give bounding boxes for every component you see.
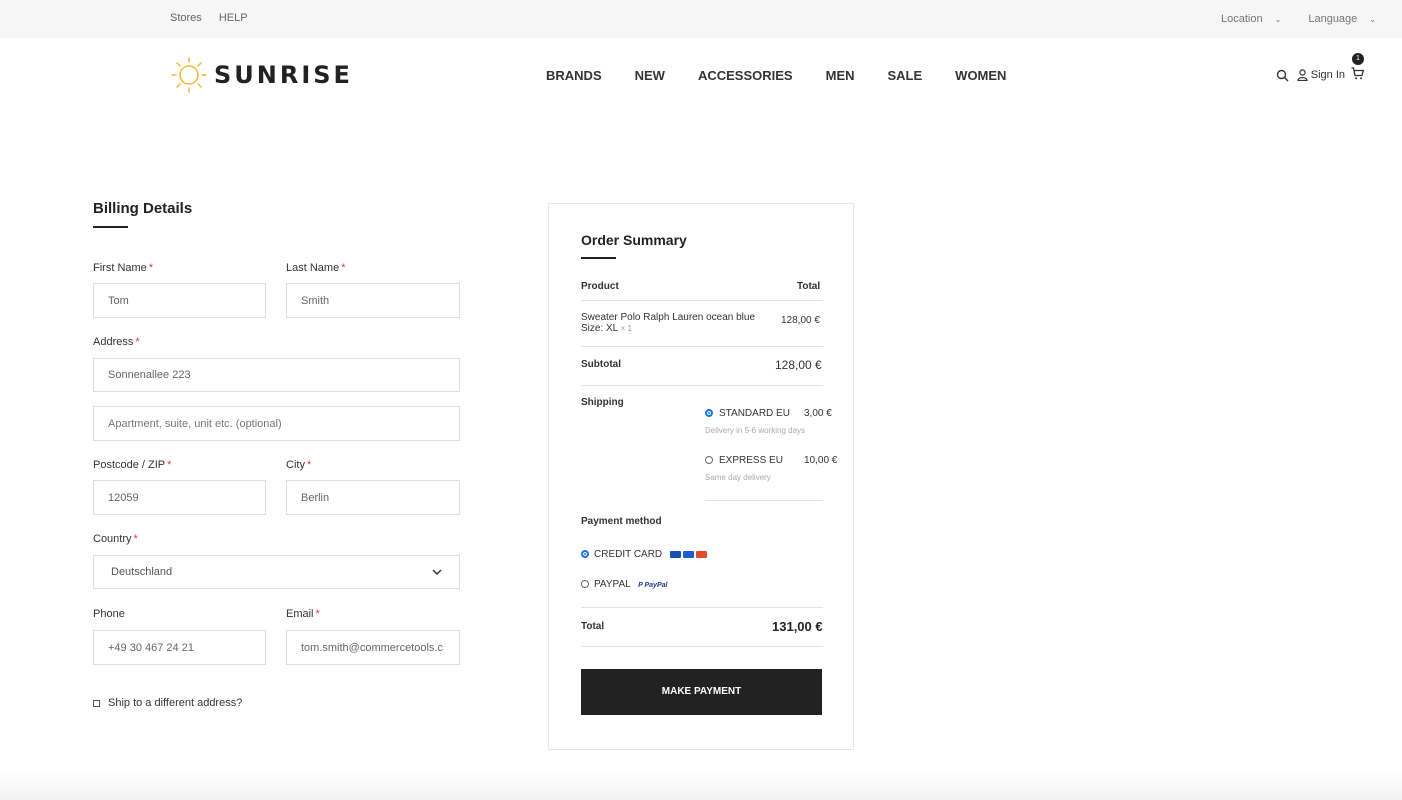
ship-different-checkbox[interactable]	[93, 699, 100, 707]
top-utility-bar: Stores HELP Location ⌄ Language ⌄	[0, 0, 1402, 38]
cart-count-badge: 1	[1352, 53, 1364, 65]
mastercard-icon	[695, 550, 707, 558]
address2-input[interactable]	[93, 406, 460, 441]
search-icon[interactable]	[1276, 69, 1289, 82]
title-underline	[581, 257, 616, 259]
item-size-line: Size: XL × 1	[581, 323, 771, 334]
subtotal-label: Subtotal	[581, 359, 621, 370]
last-name-label: Last Name *	[286, 262, 346, 274]
city-label: City *	[286, 459, 312, 471]
location-label: Location	[1220, 13, 1263, 25]
divider	[581, 646, 823, 647]
billing-title: Billing Details	[93, 200, 193, 217]
footer-shadow	[0, 772, 1402, 800]
postcode-label: Postcode / ZIP *	[93, 459, 172, 471]
make-payment-button[interactable]: MAKE PAYMENT	[581, 669, 822, 715]
item-size: Size: XL	[581, 323, 618, 334]
payment-option-paypal[interactable]: PAYPAL P PayPal	[581, 579, 667, 590]
card-logos	[668, 549, 707, 560]
language-dropdown[interactable]: Language ⌄	[1296, 13, 1376, 25]
total-label: Total	[581, 621, 605, 632]
total-value: 131,00 €	[772, 619, 823, 634]
address-input[interactable]	[93, 358, 460, 392]
phone-input[interactable]	[93, 630, 266, 665]
first-name-label: First Name *	[93, 262, 154, 274]
shipping-option-express[interactable]: EXPRESS EU	[705, 455, 783, 466]
payment-method-label: Payment method	[581, 516, 662, 527]
shipping-price-standard: 3,00 €	[804, 408, 832, 419]
shipping-note-standard: Delivery in 5-6 working days	[705, 426, 806, 435]
nav-item-new[interactable]: NEW	[635, 68, 665, 83]
ship-different-label: Ship to a different address?	[108, 697, 243, 709]
sign-in-label: Sign In	[1310, 69, 1345, 81]
divider	[581, 385, 823, 386]
payment-option-credit-card[interactable]: CREDIT CARD	[581, 549, 707, 560]
email-input[interactable]	[286, 630, 460, 665]
stores-link[interactable]: Stores	[170, 12, 202, 24]
sun-logo-icon	[171, 57, 207, 93]
shipping-option-standard[interactable]: STANDARD EU	[705, 408, 790, 419]
help-link[interactable]: HELP	[219, 12, 248, 24]
item-name: Sweater Polo Ralph Lauren ocean blue	[581, 312, 756, 323]
shipping-label: Shipping	[581, 397, 624, 408]
postcode-input[interactable]	[93, 480, 266, 515]
cart-icon	[1351, 67, 1365, 80]
first-name-input[interactable]	[93, 283, 266, 318]
chevron-down-icon	[432, 569, 442, 575]
shipping-note-express: Same day delivery	[705, 473, 771, 482]
location-dropdown[interactable]: Location ⌄	[1209, 13, 1281, 25]
divider	[705, 500, 823, 501]
country-select[interactable]: Deutschland	[93, 555, 460, 589]
nav-item-women[interactable]: WOMEN	[955, 68, 1006, 83]
divider	[581, 607, 823, 608]
divider	[581, 300, 823, 301]
product-column-header: Product	[581, 281, 619, 292]
amex-icon	[669, 550, 681, 558]
ship-different-row[interactable]: Ship to a different address?	[93, 697, 242, 709]
divider	[581, 346, 823, 347]
language-label: Language	[1308, 13, 1358, 25]
cart-item: Sweater Polo Ralph Lauren ocean blue Siz…	[581, 312, 771, 334]
radio-unselected[interactable]	[705, 456, 713, 465]
visa-icon	[682, 550, 694, 558]
logo[interactable]: SUNRISE	[170, 56, 353, 94]
paypal-p-icon: P	[638, 582, 643, 589]
country-value: Deutschland	[111, 566, 173, 578]
city-input[interactable]	[286, 480, 460, 515]
radio-selected[interactable]	[581, 550, 589, 559]
order-summary-title: Order Summary	[581, 232, 687, 248]
nav-item-brands[interactable]: BRANDS	[546, 68, 602, 83]
chevron-down-icon: ⌄	[1369, 15, 1376, 24]
main-header: SUNRISE BRANDS NEW ACCESSORIES MEN SALE …	[0, 38, 1402, 114]
phone-label: Phone	[93, 608, 125, 620]
radio-selected[interactable]	[705, 409, 713, 418]
total-column-header: Total	[797, 281, 821, 292]
logo-text: SUNRISE	[214, 61, 353, 89]
sign-in-link[interactable]: Sign In	[1297, 69, 1345, 81]
shipping-price-express: 10,00 €	[804, 455, 838, 466]
item-price: 128,00 €	[781, 315, 820, 326]
main-nav: BRANDS NEW ACCESSORIES MEN SALE WOMEN	[546, 68, 1039, 83]
country-label: Country *	[93, 533, 138, 545]
cart-button[interactable]: 1	[1351, 53, 1365, 83]
user-icon	[1297, 69, 1308, 81]
email-label: Email *	[286, 608, 320, 620]
nav-item-accessories[interactable]: ACCESSORIES	[698, 68, 793, 83]
subtotal-value: 128,00 €	[775, 358, 822, 372]
nav-item-men[interactable]: MEN	[826, 68, 855, 83]
item-qty: × 1	[620, 324, 632, 333]
title-underline	[93, 226, 128, 228]
order-summary-panel: Order Summary Product Total Sweater Polo…	[548, 203, 854, 750]
radio-unselected[interactable]	[581, 580, 589, 589]
nav-item-sale[interactable]: SALE	[888, 68, 923, 83]
address-label: Address *	[93, 336, 140, 348]
chevron-down-icon: ⌄	[1274, 15, 1282, 24]
last-name-input[interactable]	[286, 283, 460, 318]
paypal-logo: P PayPal	[638, 582, 668, 589]
